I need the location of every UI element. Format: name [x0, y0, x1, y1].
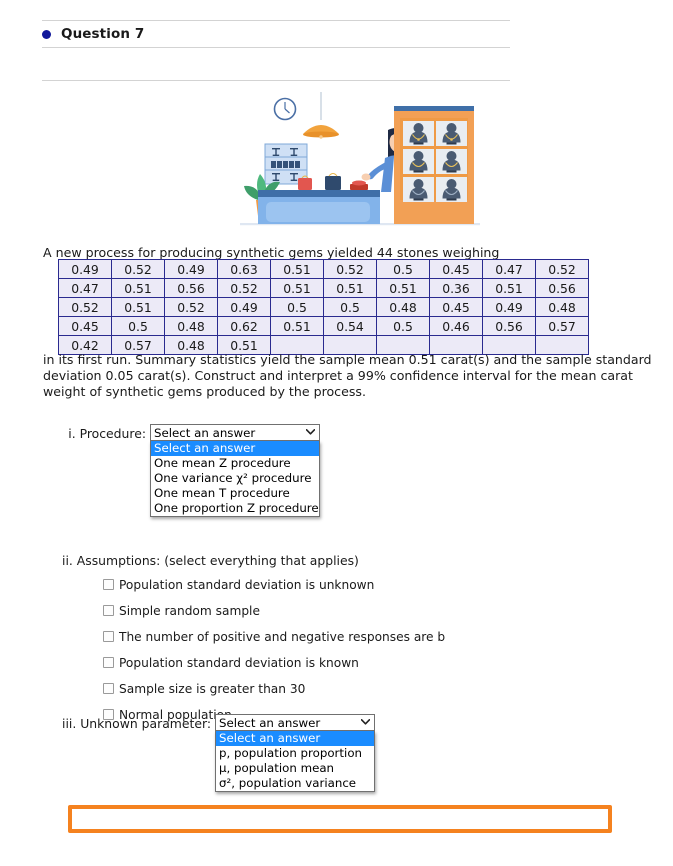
unknown-parameter-select-options[interactable]: Select an answer p, population proportio… [215, 731, 376, 792]
question-bullet-icon [42, 29, 51, 39]
table-cell: 0.49 [217, 297, 271, 317]
question-page: Question 7 A new process for producing s… [0, 0, 673, 866]
table-cell: 0.51 [270, 278, 324, 298]
table-cell: 0.56 [482, 316, 536, 336]
procedure-option[interactable]: One mean Z procedure [151, 456, 319, 471]
table-cell: 0.51 [111, 278, 165, 298]
table-row: 0.47 0.51 0.56 0.52 0.51 0.51 0.51 0.36 … [58, 278, 589, 298]
table-cell: 0.52 [323, 259, 377, 279]
procedure-option[interactable]: One mean T procedure [151, 486, 319, 501]
table-cell: 0.45 [58, 316, 112, 336]
header-divider [42, 80, 510, 81]
checkbox-icon[interactable] [103, 657, 114, 668]
table-cell: 0.63 [217, 259, 271, 279]
table-cell: 0.45 [429, 259, 483, 279]
assumption-checkbox-row[interactable]: Population standard deviation is unknown [103, 577, 483, 592]
table-cell: 0.5 [323, 297, 377, 317]
table-cell: 0.48 [376, 297, 430, 317]
table-cell: 0.56 [535, 278, 589, 298]
assumption-label: Population standard deviation is known [119, 655, 359, 670]
procedure-label: i. Procedure: [68, 426, 146, 441]
table-cell: 0.5 [111, 316, 165, 336]
unknown-parameter-label: iii. Unknown parameter: [62, 716, 212, 731]
part-i-procedure: i. Procedure: Select an answer Select an… [62, 424, 482, 517]
table-cell: 0.51 [270, 316, 324, 336]
table-cell: 0.49 [164, 259, 218, 279]
question-header: Question 7 [42, 20, 510, 48]
table-cell: 0.36 [429, 278, 483, 298]
assumption-label: Sample size is greater than 30 [119, 681, 306, 696]
table-row: 0.49 0.52 0.49 0.63 0.51 0.52 0.5 0.45 0… [58, 259, 589, 279]
chevron-down-icon [359, 718, 371, 728]
unknown-parameter-option[interactable]: p, population proportion [216, 746, 374, 761]
unknown-parameter-option[interactable]: Select an answer [216, 731, 375, 746]
assumption-label: The number of positive and negative resp… [119, 629, 446, 644]
prompt-outro-text: in its first run. Summary statistics yie… [43, 352, 652, 399]
checkbox-icon[interactable] [103, 579, 114, 590]
table-cell: 0.51 [482, 278, 536, 298]
table-cell: 0.51 [111, 297, 165, 317]
page-title: Question 7 [61, 26, 145, 42]
assumption-checkbox-row[interactable]: Sample size is greater than 30 [103, 681, 483, 696]
answer-input[interactable] [68, 805, 612, 833]
jewelry-store-illustration [240, 92, 480, 232]
procedure-select-value: Select an answer [154, 425, 256, 440]
checkbox-icon[interactable] [103, 631, 114, 642]
table-cell: 0.54 [323, 316, 377, 336]
table-cell: 0.5 [376, 259, 430, 279]
table-row: 0.52 0.51 0.52 0.49 0.5 0.5 0.48 0.45 0.… [58, 297, 589, 317]
unknown-parameter-select-value: Select an answer [219, 715, 321, 730]
procedure-option[interactable]: One proportion Z procedure [151, 501, 319, 516]
table-cell: 0.49 [482, 297, 536, 317]
unknown-parameter-select[interactable]: Select an answer [215, 714, 376, 731]
part-iii-unknown-parameter: iii. Unknown parameter: Select an answer… [62, 714, 376, 792]
table-row: 0.45 0.5 0.48 0.62 0.51 0.54 0.5 0.46 0.… [58, 316, 589, 336]
table-cell: 0.5 [270, 297, 324, 317]
table-body: 0.49 0.52 0.49 0.63 0.51 0.52 0.5 0.45 0… [58, 259, 589, 355]
table-cell: 0.48 [164, 316, 218, 336]
procedure-select-options[interactable]: Select an answer One mean Z procedure On… [150, 441, 320, 517]
table-cell: 0.48 [535, 297, 589, 317]
table-cell: 0.52 [164, 297, 218, 317]
table-cell: 0.56 [164, 278, 218, 298]
assumption-checkbox-row[interactable]: Population standard deviation is known [103, 655, 483, 670]
checkbox-icon[interactable] [103, 683, 114, 694]
table-cell: 0.51 [323, 278, 377, 298]
unknown-parameter-select-stack: Select an answer Select an answer p, pop… [215, 714, 376, 792]
assumption-checkbox-row[interactable]: Simple random sample [103, 603, 483, 618]
table-cell: 0.49 [58, 259, 112, 279]
unknown-parameter-option[interactable]: σ², population variance [216, 776, 374, 791]
table-cell: 0.47 [58, 278, 112, 298]
chevron-down-icon [304, 428, 316, 438]
procedure-select-stack: Select an answer Select an answer One me… [150, 424, 320, 517]
prompt-intro-text: A new process for producing synthetic ge… [43, 245, 500, 260]
part-ii-assumptions: ii. Assumptions: (select everything that… [62, 553, 542, 733]
unknown-parameter-option[interactable]: μ, population mean [216, 761, 374, 776]
assumption-checkbox-row[interactable]: The number of positive and negative resp… [103, 629, 483, 644]
table-cell: 0.51 [270, 259, 324, 279]
table-cell: 0.62 [217, 316, 271, 336]
table-cell: 0.47 [482, 259, 536, 279]
assumption-label: Population standard deviation is unknown [119, 577, 375, 592]
gem-weights-table: 0.49 0.52 0.49 0.63 0.51 0.52 0.5 0.45 0… [58, 259, 589, 355]
checkbox-icon[interactable] [103, 605, 114, 616]
procedure-select[interactable]: Select an answer [150, 424, 320, 441]
table-cell: 0.52 [111, 259, 165, 279]
assumptions-heading: ii. Assumptions: (select everything that… [62, 553, 359, 568]
assumption-label: Simple random sample [119, 603, 260, 618]
table-cell: 0.52 [58, 297, 112, 317]
table-cell: 0.51 [376, 278, 430, 298]
table-cell: 0.45 [429, 297, 483, 317]
table-cell: 0.57 [535, 316, 589, 336]
table-cell: 0.46 [429, 316, 483, 336]
procedure-option[interactable]: One variance χ² procedure [151, 471, 319, 486]
table-cell: 0.52 [535, 259, 589, 279]
procedure-option[interactable]: Select an answer [151, 441, 319, 456]
table-cell: 0.5 [376, 316, 430, 336]
table-cell: 0.52 [217, 278, 271, 298]
